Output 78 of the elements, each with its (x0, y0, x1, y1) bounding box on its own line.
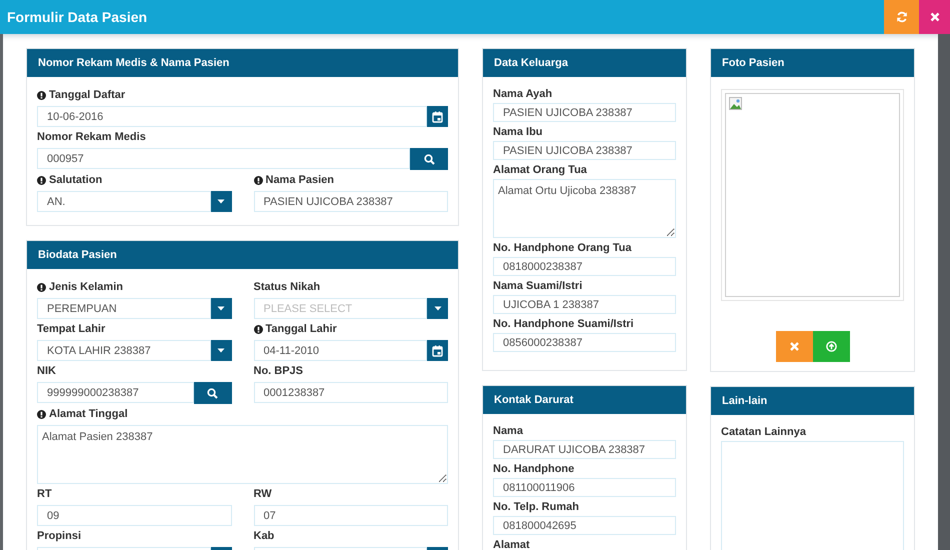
search-button[interactable] (410, 148, 448, 170)
dropdown-button[interactable] (427, 298, 448, 319)
upload-button[interactable] (812, 331, 850, 362)
field-label: Nama Ibu (493, 126, 543, 138)
calendar-button[interactable] (427, 106, 448, 127)
field-label: Tempat Lahir (37, 323, 106, 335)
text-field[interactable]: 0856000238387 (493, 333, 676, 352)
caret-icon (217, 306, 225, 311)
field-label: Propinsi (37, 530, 82, 542)
broken-image-icon (729, 97, 742, 110)
field-label: Alamat Tinggal (49, 408, 128, 420)
caret-icon (217, 348, 225, 353)
window-title: Formulir Data Pasien (6, 9, 148, 25)
field-label: Jenis Kelamin (49, 281, 123, 293)
field-label: Tanggal Lahir (266, 323, 337, 335)
field-label: Catatan Lainnya (721, 426, 806, 438)
select-field[interactable]: PEREMPUAN (37, 298, 210, 319)
text-field[interactable]: PASIEN UJICOBA 238387 (493, 103, 676, 122)
field-label: No. Handphone (493, 463, 574, 475)
text-area[interactable]: Alamat Ortu Ujicoba 238387 (493, 179, 676, 238)
date-field[interactable]: 04-11-2010 (254, 340, 427, 361)
search-icon (207, 388, 218, 398)
field-label: RT (37, 488, 52, 500)
text-field[interactable]: 081800042695 (493, 516, 676, 535)
calendar-button[interactable] (427, 340, 448, 361)
refresh-icon (896, 11, 908, 23)
calendar-icon (432, 110, 443, 122)
field-label: Salutation (49, 174, 102, 186)
search-button[interactable] (194, 382, 232, 404)
dropdown-button[interactable] (210, 191, 232, 212)
field-label: Nomor Rekam Medis (37, 131, 146, 143)
panel-title: Foto Pasien (711, 49, 914, 77)
dropdown-button[interactable] (210, 298, 232, 319)
close-icon (790, 342, 798, 351)
close-button[interactable] (919, 0, 950, 34)
close-icon (930, 12, 940, 22)
text-field[interactable]: 07 (254, 505, 448, 526)
field-label: No. Handphone Orang Tua (493, 242, 632, 254)
text-field[interactable]: PASIEN UJICOBA 238387 (254, 191, 448, 212)
field-label: Tanggal Daftar (49, 89, 126, 101)
date-field[interactable]: 10-06-2016 (37, 106, 427, 127)
text-field[interactable]: PASIEN UJICOBA 238387 (493, 141, 676, 160)
field-label: Alamat Orang Tua (493, 164, 587, 176)
dropdown-button[interactable] (210, 340, 232, 361)
text-field[interactable]: UJICOBA 1 238387 (493, 295, 676, 314)
panel-title: Data Keluarga (483, 49, 686, 77)
field-label: No. Handphone Suami/Istri (493, 318, 634, 330)
panel-title: Kontak Darurat (483, 386, 686, 414)
field-label: No. BPJS (254, 365, 304, 377)
field-label: RW (254, 488, 272, 500)
field-label: Nama Ayah (493, 88, 552, 100)
calendar-icon (432, 344, 443, 356)
panel-title: Biodata Pasien (27, 241, 458, 269)
text-field[interactable]: 000957 (37, 148, 410, 169)
field-label: NIK (37, 365, 56, 377)
field-label: No. Telp. Rumah (493, 501, 579, 513)
field-label: Status Nikah (254, 281, 320, 293)
field-label: Nama Pasien (266, 174, 334, 186)
text-area[interactable]: Alamat Pasien 238387 (37, 425, 448, 484)
text-field[interactable]: 0001238387 (254, 382, 448, 403)
text-field[interactable]: 999999000238387 (37, 382, 194, 403)
search-icon (424, 154, 434, 164)
text-field[interactable]: 081100011906 (493, 478, 676, 497)
caret-icon (217, 199, 225, 204)
text-field[interactable]: 09 (37, 505, 232, 526)
arrow-up-circle-icon (826, 341, 836, 352)
caret-icon (434, 306, 442, 311)
select-field[interactable]: PLEASE SELECT (254, 298, 427, 319)
field-label: Kab (254, 530, 274, 542)
field-label: Nama Suami/Istri (493, 280, 582, 292)
field-label: Nama (493, 425, 523, 437)
panel-title: Lain-lain (711, 387, 914, 415)
field-label: Alamat (493, 539, 530, 550)
text-field[interactable]: DARURAT UJICOBA 238387 (493, 440, 676, 459)
select-field[interactable]: AN. (37, 191, 210, 212)
text-field[interactable]: 0818000238387 (493, 257, 676, 276)
select-field[interactable]: KOTA LAHIR 238387 (37, 340, 210, 361)
panel-title: Nomor Rekam Medis & Nama Pasien (27, 49, 458, 77)
